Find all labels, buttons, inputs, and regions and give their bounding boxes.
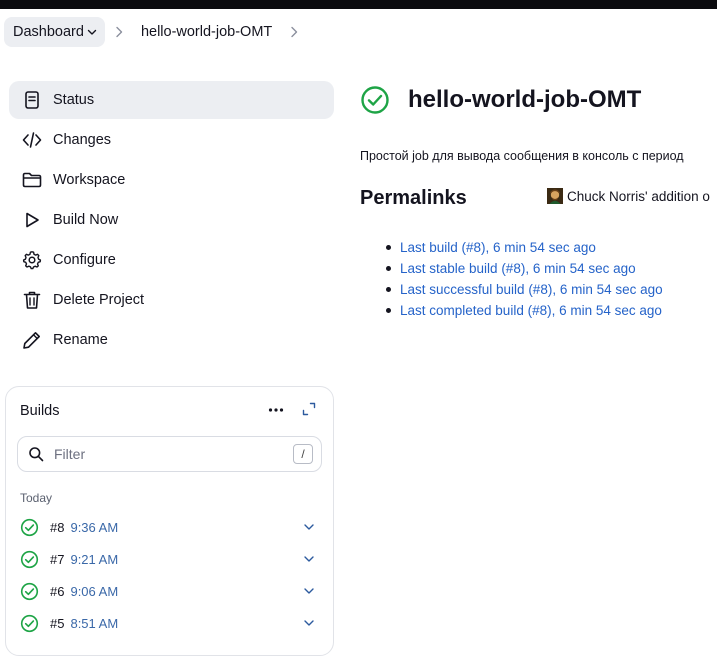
sidebar-item-label: Configure: [53, 252, 116, 268]
build-number[interactable]: #6: [50, 584, 64, 599]
sidebar-item-label: Status: [53, 92, 95, 108]
builds-filter[interactable]: /: [17, 436, 322, 472]
keyboard-shortcut-badge: /: [293, 444, 313, 464]
permalink-last-stable-build[interactable]: Last stable build (#8), 6 min 54 sec ago: [400, 261, 636, 276]
permalink-last-successful-build[interactable]: Last successful build (#8), 6 min 54 sec…: [400, 282, 663, 297]
breadcrumb-dashboard-label: Dashboard: [13, 24, 84, 40]
chuck-norris-avatar-icon: [547, 188, 563, 204]
sidebar-item-build-now[interactable]: Build Now: [9, 201, 334, 239]
breadcrumb-separator[interactable]: [280, 17, 308, 47]
play-icon: [21, 209, 43, 231]
chevron-down-icon[interactable]: [303, 585, 315, 597]
sidebar-item-label: Build Now: [53, 212, 119, 228]
success-check-icon: [20, 614, 39, 632]
permalink-last-build[interactable]: Last build (#8), 6 min 54 sec ago: [400, 240, 596, 255]
build-row[interactable]: #8 9:36 AM: [20, 515, 315, 539]
list-item: Last stable build (#8), 6 min 54 sec ago: [386, 261, 663, 282]
code-icon: [21, 129, 43, 151]
more-options-icon[interactable]: [267, 401, 285, 419]
pencil-icon: [21, 329, 43, 351]
build-number[interactable]: #7: [50, 552, 64, 567]
expand-icon[interactable]: [301, 401, 317, 417]
success-check-icon: [20, 518, 39, 536]
chuck-norris-addition: Chuck Norris' addition o: [547, 188, 710, 204]
filter-input[interactable]: [54, 446, 274, 462]
build-time[interactable]: 9:21 AM: [70, 552, 118, 567]
breadcrumb-dashboard[interactable]: Dashboard: [4, 17, 105, 47]
sidebar-item-changes[interactable]: Changes: [9, 121, 334, 159]
build-time[interactable]: 9:36 AM: [70, 520, 118, 535]
trash-icon: [21, 289, 43, 311]
folder-icon: [21, 169, 43, 191]
build-time[interactable]: 8:51 AM: [70, 616, 118, 631]
permalink-last-completed-build[interactable]: Last completed build (#8), 6 min 54 sec …: [400, 303, 662, 318]
job-description: Простой job для вывода сообщения в консо…: [360, 149, 684, 163]
sidebar-item-configure[interactable]: Configure: [9, 241, 334, 279]
document-icon: [21, 89, 43, 111]
builds-title: Builds: [20, 403, 60, 419]
build-number[interactable]: #8: [50, 520, 64, 535]
permalinks-heading: Permalinks: [360, 187, 467, 209]
sidebar-item-label: Delete Project: [53, 292, 145, 308]
chevron-down-icon[interactable]: [303, 553, 315, 565]
sidebar-item-workspace[interactable]: Workspace: [9, 161, 334, 199]
build-number[interactable]: #5: [50, 616, 64, 631]
list-item: Last successful build (#8), 6 min 54 sec…: [386, 282, 663, 303]
sidebar-item-label: Rename: [53, 332, 108, 348]
sidebar-item-label: Workspace: [53, 172, 126, 188]
sidebar-item-status[interactable]: Status: [9, 81, 334, 119]
build-row[interactable]: #7 9:21 AM: [20, 547, 315, 571]
build-time[interactable]: 9:06 AM: [70, 584, 118, 599]
sidebar-item-delete-project[interactable]: Delete Project: [9, 281, 334, 319]
breadcrumb: Dashboard hello-world-job-OMT: [4, 17, 308, 47]
breadcrumb-separator: [105, 17, 133, 47]
page-title: hello-world-job-OMT: [408, 86, 642, 113]
chevron-right-icon: [116, 26, 123, 38]
success-check-icon: [20, 582, 39, 600]
build-row[interactable]: #6 9:06 AM: [20, 579, 315, 603]
sidebar-item-rename[interactable]: Rename: [9, 321, 334, 359]
builds-panel: Builds / Today #8 9:36 AM #7 9:21 AM #6 …: [5, 386, 334, 656]
chevron-right-icon: [291, 26, 298, 38]
chuck-norris-text: Chuck Norris' addition o: [567, 188, 710, 204]
search-icon: [29, 447, 44, 462]
success-check-icon: [20, 550, 39, 568]
success-check-icon: [361, 86, 389, 114]
gear-icon: [21, 249, 43, 271]
build-group-label: Today: [20, 491, 53, 505]
breadcrumb-job[interactable]: hello-world-job-OMT: [133, 17, 280, 47]
breadcrumb-job-label: hello-world-job-OMT: [140, 24, 273, 40]
list-item: Last build (#8), 6 min 54 sec ago: [386, 240, 663, 261]
permalinks-list: Last build (#8), 6 min 54 sec ago Last s…: [386, 240, 663, 324]
build-row[interactable]: #5 8:51 AM: [20, 611, 315, 635]
chevron-down-icon[interactable]: [87, 27, 97, 37]
chevron-down-icon[interactable]: [303, 521, 315, 533]
list-item: Last completed build (#8), 6 min 54 sec …: [386, 303, 663, 324]
sidebar-item-label: Changes: [53, 132, 112, 148]
window-top-bar: [0, 0, 717, 9]
chevron-down-icon[interactable]: [303, 617, 315, 629]
